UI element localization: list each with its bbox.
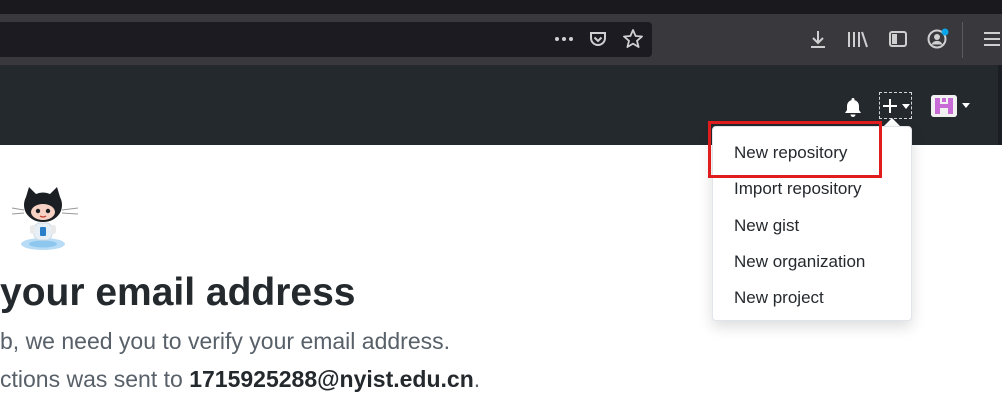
bell-icon[interactable]	[843, 96, 863, 118]
verify-instruction-text: b, we need you to verify your email addr…	[0, 328, 451, 354]
menu-icon[interactable]	[981, 29, 1001, 49]
header-edge	[998, 65, 1002, 145]
pocket-icon[interactable]	[588, 29, 608, 49]
bookmark-star-icon[interactable]	[622, 28, 644, 50]
sidebar-icon[interactable]	[887, 28, 909, 50]
menu-item-new-gist[interactable]: New gist	[734, 215, 799, 237]
user-avatar-icon[interactable]	[931, 95, 957, 117]
downloads-icon[interactable]	[807, 28, 829, 50]
email-sent-text: ctions was sent to 1715925288@nyist.edu.…	[0, 364, 480, 394]
toolbar-separator	[962, 22, 963, 58]
email-sent-suffix: .	[473, 366, 481, 392]
octocat-mascot-icon	[11, 187, 79, 250]
chevron-down-icon	[902, 104, 910, 109]
menu-item-import-repository[interactable]: Import repository	[734, 178, 862, 200]
more-icon[interactable]	[553, 31, 575, 47]
browser-tab-strip	[0, 0, 1002, 14]
email-address: 1715925288@nyist.edu.cn	[189, 366, 474, 392]
page-title: your email address	[0, 271, 356, 314]
avatar-chevron-down-icon[interactable]	[962, 103, 970, 108]
menu-item-new-organization[interactable]: New organization	[734, 251, 865, 273]
account-icon[interactable]	[926, 27, 952, 51]
plus-icon	[883, 99, 897, 113]
menu-item-new-project[interactable]: New project	[734, 287, 824, 309]
create-new-button[interactable]	[879, 92, 912, 119]
library-icon[interactable]	[846, 28, 870, 50]
dropdown-pointer	[884, 118, 900, 126]
highlight-annotation	[708, 121, 882, 178]
email-sent-prefix: ctions was sent to	[0, 366, 190, 392]
